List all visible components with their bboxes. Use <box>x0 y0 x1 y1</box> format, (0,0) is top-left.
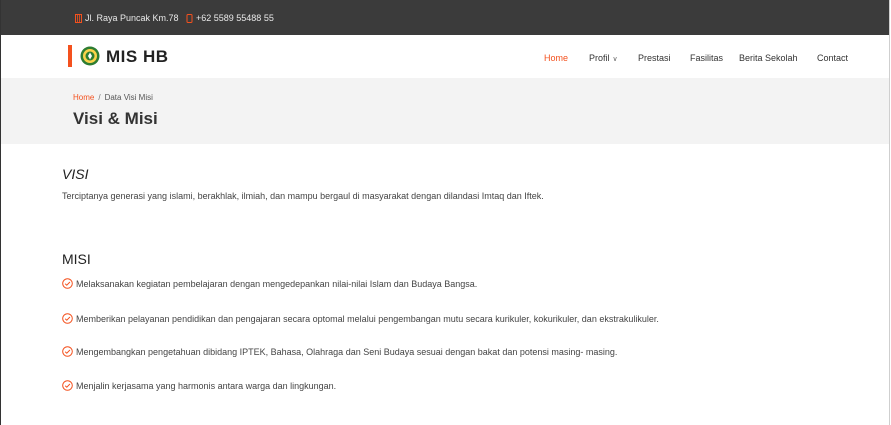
misi-list-item: Memberikan pelayanan pendidikan dan peng… <box>62 313 659 324</box>
nav-home[interactable]: Home <box>544 53 568 63</box>
browser-viewport: Jl. Raya Puncak Km.78 +62 5589 55488 55 … <box>0 0 890 425</box>
check-circle-icon <box>62 346 73 357</box>
misi-item-text: Melaksanakan kegiatan pembelajaran denga… <box>76 278 478 289</box>
breadcrumb-separator: / <box>98 93 101 102</box>
misi-list-item: Melaksanakan kegiatan pembelajaran denga… <box>62 278 477 289</box>
chevron-down-icon: ∨ <box>612 56 618 63</box>
page-title-band: Home / Data Visi Misi Visi & Misi <box>1 78 889 144</box>
phone-info: +62 5589 55488 55 <box>186 13 274 23</box>
address-text: Jl. Raya Puncak Km.78 <box>85 13 179 23</box>
nav-contact[interactable]: Contact <box>817 53 848 63</box>
misi-item-text: Menjalin kerjasama yang harmonis antara … <box>76 380 337 391</box>
top-contact-bar: Jl. Raya Puncak Km.78 +62 5589 55488 55 <box>1 0 889 35</box>
site-header: MIS HB Home Profil ∨ Prestasi Fasilitas B… <box>1 35 889 79</box>
misi-list-item: Menjalin kerjasama yang harmonis antara … <box>62 380 336 391</box>
misi-list-item: Mengembangkan pengetahuan dibidang IPTEK… <box>62 346 617 357</box>
nav-profil-label: Profil <box>589 53 610 63</box>
breadcrumb: Home / Data Visi Misi <box>73 93 153 102</box>
map-icon <box>75 13 82 23</box>
misi-item-text: Mengembangkan pengetahuan dibidang IPTEK… <box>76 346 618 357</box>
phone-text: +62 5589 55488 55 <box>196 13 274 23</box>
misi-item-text: Memberikan pelayanan pendidikan dan peng… <box>76 313 659 324</box>
address-info: Jl. Raya Puncak Km.78 <box>75 13 179 23</box>
misi-heading: MISI <box>62 251 91 267</box>
nav-profil[interactable]: Profil ∨ <box>589 53 618 63</box>
visi-heading: VISI <box>62 166 89 182</box>
visi-text: Terciptanya generasi yang islami, berakh… <box>62 191 544 201</box>
check-circle-icon <box>62 278 73 289</box>
logo-accent-bar <box>68 45 72 67</box>
breadcrumb-home-link[interactable]: Home <box>73 93 94 102</box>
check-circle-icon <box>62 380 73 391</box>
breadcrumb-current: Data Visi Misi <box>104 93 153 102</box>
page-title: Visi & Misi <box>73 109 158 128</box>
school-emblem-icon[interactable] <box>80 46 100 66</box>
nav-fasilitas[interactable]: Fasilitas <box>690 53 723 63</box>
phone-icon <box>186 13 193 23</box>
check-circle-icon <box>62 313 73 324</box>
nav-berita-sekolah[interactable]: Berita Sekolah <box>739 53 798 63</box>
nav-prestasi[interactable]: Prestasi <box>638 53 671 63</box>
brand-name[interactable]: MIS HB <box>106 47 169 67</box>
